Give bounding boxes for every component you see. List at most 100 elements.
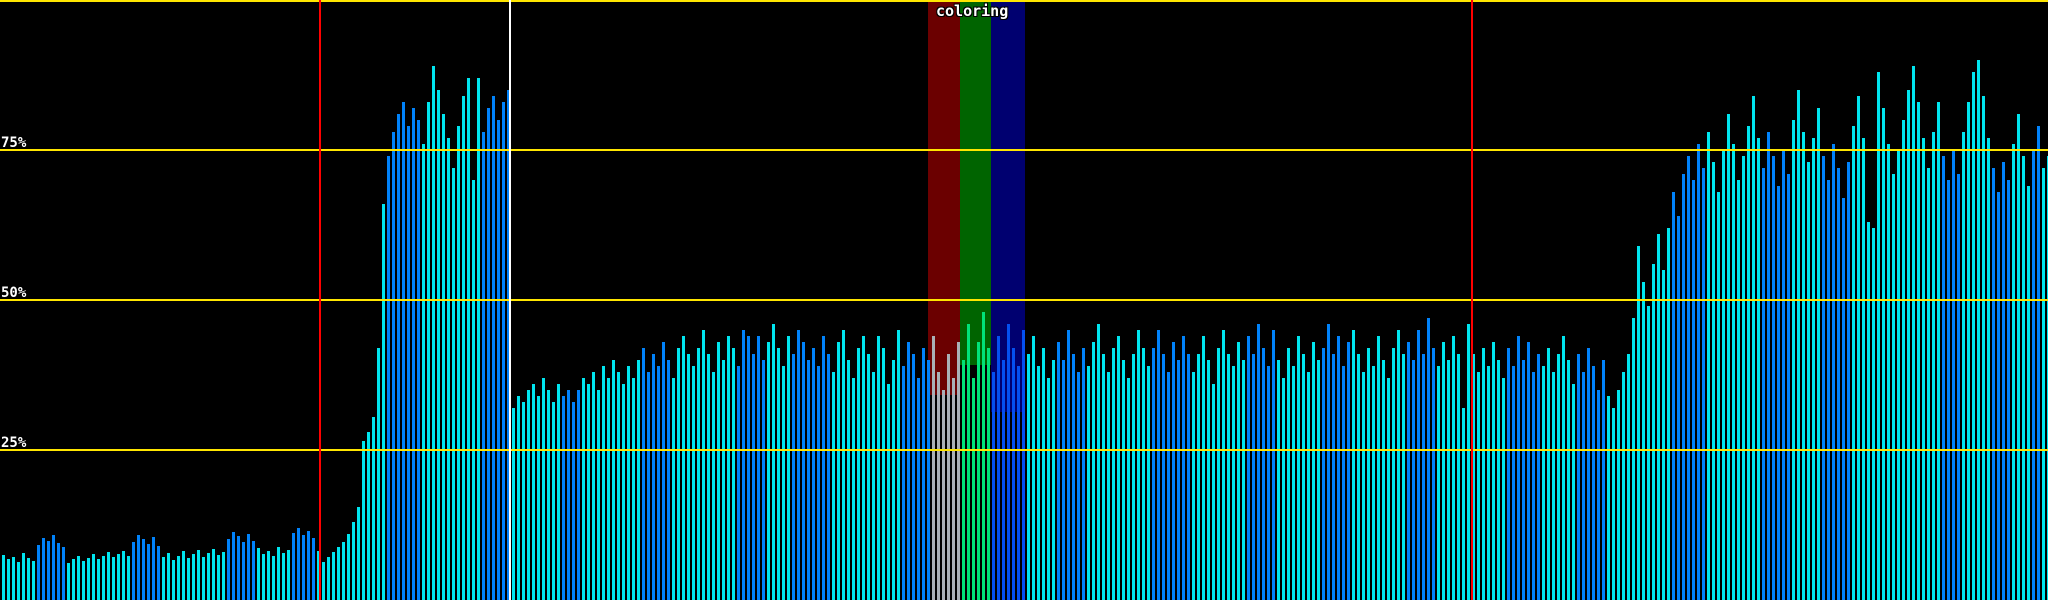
coloring-annotation: coloring xyxy=(936,2,1009,20)
bar xyxy=(2022,156,2025,600)
bar xyxy=(637,360,640,600)
bar xyxy=(1867,222,1870,600)
gridline-100 xyxy=(0,0,2048,2)
bar xyxy=(1502,378,1505,600)
bar xyxy=(652,354,655,600)
bar xyxy=(1062,360,1065,600)
bar xyxy=(112,557,115,600)
bar xyxy=(867,354,870,600)
bar xyxy=(267,551,270,600)
bar xyxy=(1887,144,1890,600)
bar xyxy=(2032,150,2035,600)
bar xyxy=(1407,342,1410,600)
bar xyxy=(1572,384,1575,600)
bar xyxy=(1652,264,1655,600)
bar xyxy=(617,372,620,600)
bar xyxy=(1682,174,1685,600)
bar xyxy=(512,408,515,600)
bar xyxy=(1357,354,1360,600)
bar xyxy=(1332,354,1335,600)
bar xyxy=(1707,132,1710,600)
bar xyxy=(1832,144,1835,600)
bar xyxy=(677,348,680,600)
bar xyxy=(707,354,710,600)
bar xyxy=(377,348,380,600)
bar xyxy=(1647,306,1650,600)
bar xyxy=(877,336,880,600)
bar xyxy=(1562,336,1565,600)
bar xyxy=(1947,180,1950,600)
bar xyxy=(1227,354,1230,600)
bar xyxy=(1662,270,1665,600)
bar xyxy=(392,132,395,600)
bar xyxy=(547,390,550,600)
gridline-label-50: 50% xyxy=(1,285,27,301)
bar xyxy=(667,360,670,600)
bar xyxy=(737,366,740,600)
bar xyxy=(1497,360,1500,600)
bar xyxy=(1382,360,1385,600)
bar xyxy=(1557,354,1560,600)
bar xyxy=(962,360,965,600)
bar xyxy=(1477,372,1480,600)
bar xyxy=(1787,174,1790,600)
bar xyxy=(1542,366,1545,600)
bar xyxy=(1377,336,1380,600)
bar xyxy=(1342,366,1345,600)
bar xyxy=(2042,168,2045,600)
bar xyxy=(1807,162,1810,600)
bar xyxy=(1337,336,1340,600)
bar xyxy=(1112,348,1115,600)
bar xyxy=(1132,354,1135,600)
bar xyxy=(1412,360,1415,600)
bar xyxy=(527,390,530,600)
bar xyxy=(1297,336,1300,600)
bar xyxy=(1577,354,1580,600)
bar xyxy=(662,342,665,600)
bar xyxy=(1042,348,1045,600)
bar xyxy=(302,535,305,600)
bar xyxy=(32,561,35,600)
bar xyxy=(97,559,100,600)
bar xyxy=(1157,330,1160,600)
bar xyxy=(812,348,815,600)
bar xyxy=(522,402,525,600)
bar xyxy=(792,354,795,600)
bar xyxy=(722,360,725,600)
bar xyxy=(1852,126,1855,600)
bar xyxy=(1587,348,1590,600)
bar xyxy=(687,354,690,600)
bar xyxy=(42,538,45,600)
bar xyxy=(182,551,185,600)
bar xyxy=(1692,180,1695,600)
bar xyxy=(457,126,460,600)
bar xyxy=(892,360,895,600)
bar xyxy=(972,378,975,600)
gridline-50 xyxy=(0,299,2048,301)
bar xyxy=(447,138,450,600)
bar xyxy=(1432,348,1435,600)
bar xyxy=(1207,360,1210,600)
bar xyxy=(537,396,540,600)
bar xyxy=(1567,360,1570,600)
bar xyxy=(152,537,155,600)
bar xyxy=(422,144,425,600)
bar xyxy=(697,348,700,600)
bar xyxy=(1272,330,1275,600)
bar xyxy=(277,547,280,600)
bar xyxy=(167,553,170,600)
bar xyxy=(482,132,485,600)
bar xyxy=(1517,336,1520,600)
bar xyxy=(417,120,420,600)
bar xyxy=(222,552,225,600)
bar xyxy=(102,556,105,600)
bar xyxy=(702,330,705,600)
bar xyxy=(1932,132,1935,600)
bar xyxy=(1892,174,1895,600)
bar xyxy=(1812,138,1815,600)
bar xyxy=(1327,324,1330,600)
bar xyxy=(797,330,800,600)
bar xyxy=(1622,372,1625,600)
bar xyxy=(1347,342,1350,600)
bar xyxy=(807,360,810,600)
